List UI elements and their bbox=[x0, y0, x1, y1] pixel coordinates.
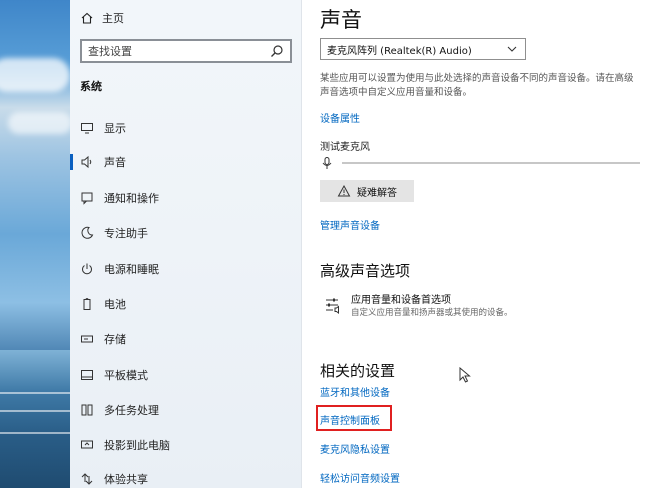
search-placeholder: 查找设置 bbox=[88, 45, 132, 58]
microphone-level-meter bbox=[320, 156, 640, 170]
sidebar-item-label: 投影到此电脑 bbox=[104, 439, 170, 452]
sidebar-item-shared-experiences[interactable]: 体验共享 bbox=[70, 468, 302, 488]
moon-icon bbox=[80, 226, 94, 240]
sidebar-item-label: 显示 bbox=[104, 122, 126, 135]
storage-icon bbox=[80, 332, 94, 346]
multitask-icon bbox=[80, 403, 94, 417]
bluetooth-devices-link[interactable]: 蓝牙和其他设备 bbox=[320, 384, 390, 399]
sidebar-item-power-sleep[interactable]: 电源和睡眠 bbox=[70, 258, 302, 280]
troubleshoot-label: 疑难解答 bbox=[357, 187, 397, 199]
input-device-select[interactable]: 麦克风阵列 (Realtek(R) Audio) bbox=[320, 38, 526, 60]
project-icon bbox=[80, 438, 94, 452]
app-volume-description: 自定义应用音量和扬声器或其使用的设备。 bbox=[351, 308, 513, 318]
level-track bbox=[342, 162, 640, 164]
sidebar-item-label: 电源和睡眠 bbox=[104, 263, 159, 276]
device-description: 某些应用可以设置为使用与此处选择的声音设备不同的声音设备。请在高级声音选项中自定… bbox=[320, 73, 634, 98]
sliders-icon bbox=[324, 296, 342, 314]
related-settings-heading: 相关的设置 bbox=[320, 362, 396, 380]
desktop-wallpaper bbox=[0, 0, 70, 488]
selected-device: 麦克风阵列 (Realtek(R) Audio) bbox=[327, 45, 472, 57]
microphone-icon bbox=[320, 156, 334, 170]
device-properties-link[interactable]: 设备属性 bbox=[320, 110, 360, 125]
sidebar-home[interactable]: 主页 bbox=[80, 8, 124, 28]
search-input[interactable]: 查找设置 bbox=[80, 39, 292, 63]
highlight-box bbox=[316, 405, 392, 431]
sidebar-item-label: 声音 bbox=[104, 156, 126, 169]
sidebar-item-label: 存储 bbox=[104, 333, 126, 346]
settings-sidebar: 主页 查找设置 系统 显示 声音 通知和操作 专注助手 电源和睡眠 电池 存储 … bbox=[70, 0, 302, 488]
app-volume-preferences[interactable]: 应用音量和设备首选项 自定义应用音量和扬声器或其使用的设备。 bbox=[324, 294, 644, 328]
warning-icon bbox=[337, 184, 351, 198]
sidebar-item-label: 电池 bbox=[104, 298, 126, 311]
sidebar-item-storage[interactable]: 存储 bbox=[70, 328, 302, 350]
sound-settings-panel: 声音 麦克风阵列 (Realtek(R) Audio) 某些应用可以设置为使用与… bbox=[302, 0, 650, 488]
sidebar-item-label: 体验共享 bbox=[104, 473, 148, 486]
speaker-icon bbox=[80, 155, 94, 169]
troubleshoot-button[interactable]: 疑难解答 bbox=[320, 180, 414, 202]
sidebar-item-label: 平板模式 bbox=[104, 369, 148, 382]
share-icon bbox=[80, 472, 94, 486]
sidebar-item-label: 专注助手 bbox=[104, 227, 148, 240]
home-label: 主页 bbox=[102, 12, 124, 25]
sidebar-item-display[interactable]: 显示 bbox=[70, 117, 302, 139]
power-icon bbox=[80, 262, 94, 276]
search-icon[interactable] bbox=[270, 44, 284, 58]
app-volume-title: 应用音量和设备首选项 bbox=[351, 295, 451, 306]
sidebar-item-label: 通知和操作 bbox=[104, 192, 159, 205]
sidebar-item-tablet-mode[interactable]: 平板模式 bbox=[70, 364, 302, 386]
sidebar-item-notifications[interactable]: 通知和操作 bbox=[70, 187, 302, 209]
microphone-privacy-link[interactable]: 麦克风隐私设置 bbox=[320, 441, 390, 456]
battery-icon bbox=[80, 297, 94, 311]
manage-sound-devices-link[interactable]: 管理声音设备 bbox=[320, 217, 380, 232]
sidebar-item-multitasking[interactable]: 多任务处理 bbox=[70, 399, 302, 421]
test-microphone-label: 测试麦克风 bbox=[320, 142, 370, 153]
mouse-cursor-icon bbox=[459, 366, 471, 387]
advanced-options-heading: 高级声音选项 bbox=[320, 262, 411, 280]
page-title: 声音 bbox=[320, 8, 362, 32]
sidebar-item-focus-assist[interactable]: 专注助手 bbox=[70, 222, 302, 244]
chevron-down-icon bbox=[505, 42, 519, 56]
monitor-icon bbox=[80, 121, 94, 135]
ease-of-access-audio-link[interactable]: 轻松访问音频设置 bbox=[320, 470, 400, 485]
notification-icon bbox=[80, 191, 94, 205]
sidebar-item-label: 多任务处理 bbox=[104, 404, 159, 417]
home-icon bbox=[80, 11, 94, 25]
section-title: 系统 bbox=[80, 80, 102, 93]
sidebar-item-sound[interactable]: 声音 bbox=[70, 151, 302, 173]
sidebar-item-battery[interactable]: 电池 bbox=[70, 293, 302, 315]
sidebar-item-project[interactable]: 投影到此电脑 bbox=[70, 434, 302, 456]
tablet-icon bbox=[80, 368, 94, 382]
